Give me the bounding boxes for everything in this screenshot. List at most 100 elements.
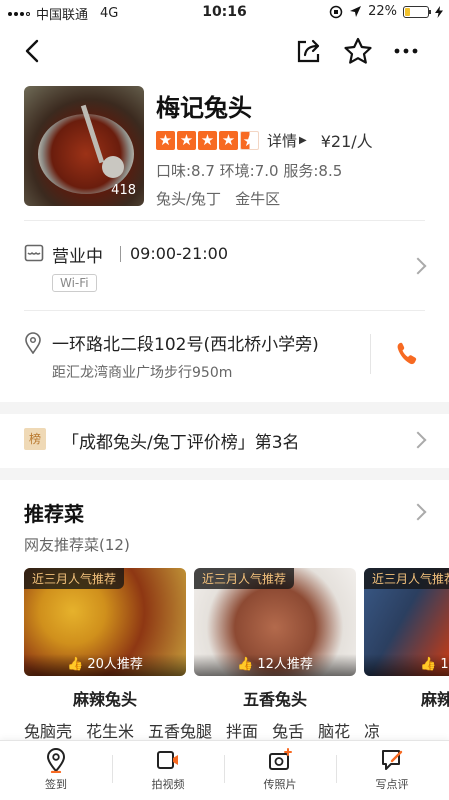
pot-shape [38,114,134,194]
ranking-text: 「成都兔头/兔丁评价榜」第3名 [62,433,300,453]
battery-icon [403,5,431,18]
score-breakdown: 口味:8.7 环境:7.0 服务:8.5 [156,162,343,180]
tab-label: 传照片 [263,778,297,791]
dish-card[interactable]: 近三月人气推荐 👍 20人推荐 麻辣兔头 [24,568,186,710]
write-review-icon [382,750,403,770]
wifi-tag: Wi-Fi [52,274,97,292]
likes-count: 👍 12人推荐 [194,654,356,676]
location-pin-icon [25,332,41,354]
tab-label: 签到 [45,778,67,791]
popular-badge: 近三月人气推荐 [194,568,295,589]
video-camera-icon [157,751,178,769]
battery-percent: 22% [368,4,397,19]
rating-stars: ★ ★ ★ ★ ★ [156,130,259,150]
dish-photo: 近三月人气推荐 👍 20人推荐 [24,568,186,676]
phone-icon[interactable] [396,340,418,366]
half-star-icon: ★ [240,130,259,150]
section-gap [0,402,449,414]
dish-tag[interactable]: 兔脑壳 [24,722,72,741]
popular-badge: 近三月人气推荐 [364,568,449,589]
section-gap [0,468,449,480]
district-tag: 金牛区 [235,190,281,208]
shop-header: 418 梅记兔头 ★ ★ ★ ★ ★ 详情 ▶ ¥21/人 口味:8.7 环境:… [24,86,425,216]
price-per-person: ¥21/人 [320,132,373,151]
dish-tag[interactable]: 五香兔腿 [148,722,212,741]
popular-badge: 近三月人气推荐 [24,568,125,589]
dish-tag[interactable]: 拌面 [226,722,258,741]
dish-tag[interactable]: 脑花 [318,722,350,741]
shop-tags: 兔头/兔丁 金牛区 [156,188,280,209]
star-icon: ★ [198,130,217,150]
dish-card[interactable]: 近三月人气推荐 👍 12人推荐 五香兔头 [194,568,356,710]
favorite-star-icon[interactable] [342,36,374,66]
upload-photo-button[interactable]: 传照片 [240,747,320,792]
dish-tag[interactable]: 兔舌 [272,722,304,741]
battery-fill [405,7,410,16]
chevron-right-icon [409,431,427,449]
divider [24,220,425,221]
likes-text: 10人 [440,657,449,672]
location-arrow-icon [350,6,362,17]
recommended-subtitle: 网友推荐菜(12) [24,536,130,554]
ranking-badge-icon: 榜 [24,428,46,450]
bottom-action-bar: 签到 拍视频 传照片 写点评 [0,740,449,800]
opening-hours: 09:00-21:00 [130,244,228,263]
tab-label: 写点评 [375,778,409,791]
star-icon: ★ [177,130,196,150]
dish-name: 五香兔头 [242,690,307,709]
open-status: 营业中 [52,247,103,267]
dish-card[interactable]: 近三月人气推荐 👍 10人 麻辣兔 [364,568,449,710]
triangle-right-icon: ▶ [299,134,307,146]
star-icon: ★ [219,130,238,150]
distance-text: 距汇龙湾商业广场步行950m [52,365,233,381]
star-icon: ★ [156,130,175,150]
recommended-title: 推荐菜 [24,502,84,526]
separator [112,755,113,783]
divider [24,310,425,311]
likes-count: 👍 20人推荐 [24,654,186,676]
likes-text: 12人推荐 [257,657,313,672]
shop-name: 梅记兔头 [156,94,252,122]
record-video-button[interactable]: 拍视频 [128,747,208,792]
dish-carousel[interactable]: 近三月人气推荐 👍 20人推荐 麻辣兔头 近三月人气推荐 👍 12人推荐 五香兔… [24,568,449,716]
checkin-pin-icon [46,748,66,773]
dish-tag[interactable]: 凉 [364,722,380,741]
charging-icon [435,5,443,18]
dish-name: 麻辣兔头 [72,690,137,709]
address-row[interactable]: 一环路北二段102号(西北桥小学旁) 距汇龙湾商业广场步行950m [24,326,425,390]
status-right: 22% [329,4,443,19]
dish-name: 麻辣兔 [420,690,449,709]
dish-tag[interactable]: 花生米 [86,722,134,741]
dish-photo: 近三月人气推荐 👍 10人 [364,568,449,676]
checkin-button[interactable]: 签到 [16,747,96,792]
share-icon[interactable] [294,36,324,66]
camera-plus-icon [269,748,292,770]
ranking-row[interactable]: 榜 「成都兔头/兔丁评价榜」第3名 [24,420,427,460]
category-tag: 兔头/兔丁 [156,190,222,208]
likes-text: 20人推荐 [87,657,143,672]
chevron-right-icon [409,257,427,275]
tab-label: 拍视频 [151,778,185,791]
chevron-right-icon[interactable] [409,503,427,521]
write-review-button[interactable]: 写点评 [352,747,432,792]
detail-link[interactable]: 详情 [267,130,297,151]
back-arrow-icon[interactable] [18,36,48,66]
shop-photo[interactable]: 418 [24,86,144,206]
nav-bar [0,30,449,74]
dish-photo: 近三月人气推荐 👍 12人推荐 [194,568,356,676]
dish-tag-row: 兔脑壳 花生米 五香兔腿 拌面 兔舌 脑花凉 [24,718,449,742]
business-hours[interactable]: 营业中 09:00-21:00 Wi-Fi [24,236,427,300]
ladle-head [102,156,124,178]
rating-row[interactable]: ★ ★ ★ ★ ★ 详情 ▶ ¥21/人 [156,128,373,152]
orientation-lock-icon [329,5,343,18]
more-icon[interactable] [390,36,422,66]
separator [370,334,371,374]
photo-count: 418 [111,183,136,198]
status-bar: 中国联通 4G 10:16 22% [0,0,449,26]
shop-icon [24,244,44,262]
address-text: 一环路北二段102号(西北桥小学旁) [52,335,319,355]
separator [120,246,121,262]
likes-count: 👍 10人 [364,654,449,676]
separator [224,755,225,783]
separator [336,755,337,783]
